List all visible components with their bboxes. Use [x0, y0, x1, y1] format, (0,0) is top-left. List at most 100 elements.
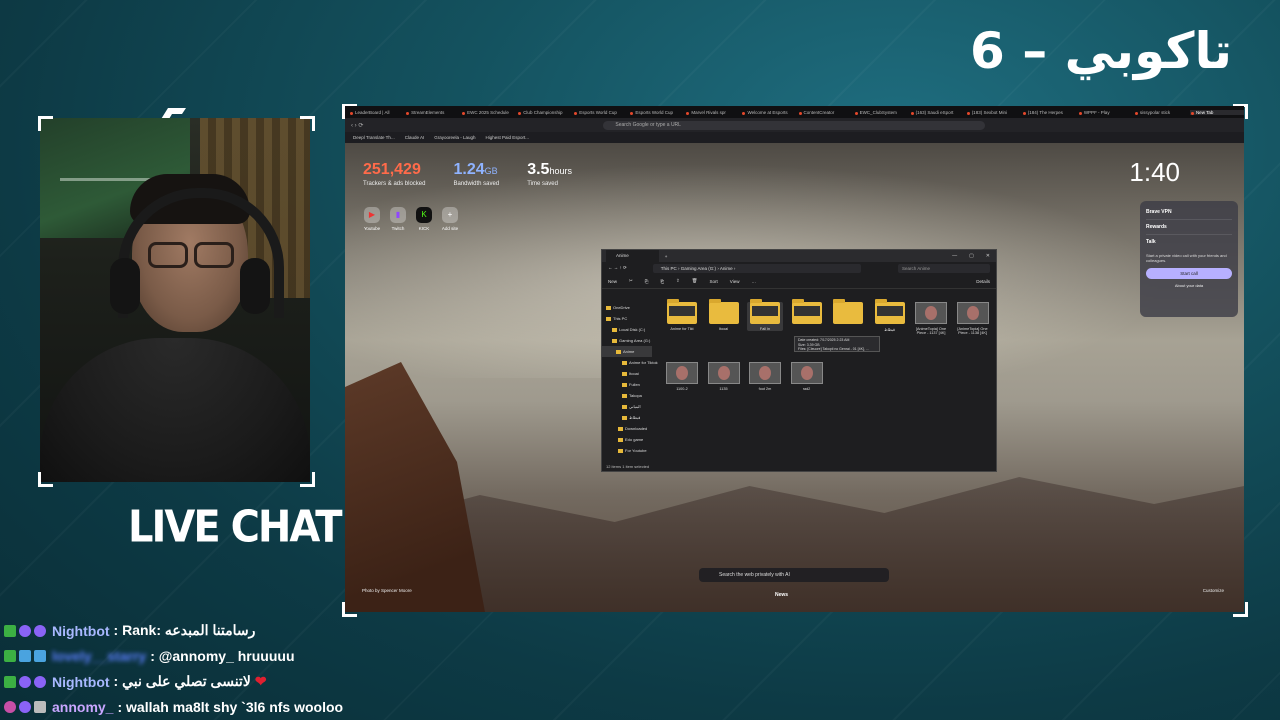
tier-badge-icon	[19, 650, 31, 663]
bookmark-item[interactable]: Deepl Translate Th...	[353, 135, 395, 140]
glasses	[148, 242, 234, 268]
nav-pane-item[interactable]: This PC	[602, 313, 652, 324]
shortcut-kick[interactable]: K KICK	[415, 207, 433, 231]
folder-icon	[612, 338, 617, 343]
explorer-tab[interactable]: Anime	[606, 250, 659, 262]
bookmark-item[interactable]: Claude AI	[405, 135, 425, 140]
browser-tab[interactable]: Club Championship	[517, 110, 571, 115]
file-name: 1135	[719, 387, 728, 391]
new-button[interactable]: New	[608, 279, 617, 284]
folder-icon	[612, 327, 617, 332]
nav-pane-item[interactable]: Fullen	[602, 379, 652, 390]
heart-badge-icon	[4, 701, 16, 714]
kick-icon: K	[416, 207, 432, 223]
video-file[interactable]: rad2	[789, 362, 825, 391]
shortcut-twitch[interactable]: ▮ Twitch	[389, 207, 407, 231]
folder-item[interactable]: Anime for Tikt	[664, 299, 700, 331]
start-call-button[interactable]: Start call	[1146, 268, 1232, 279]
folder-icon	[618, 426, 623, 431]
back-icon[interactable]: ‹ › ⟳	[351, 122, 363, 129]
minimize-icon[interactable]: —	[952, 253, 957, 259]
delete-icon[interactable]: 🗑	[692, 278, 698, 284]
chat-username[interactable]: lovely__starry	[52, 648, 146, 664]
browser-tab[interactable]: New Tab	[1189, 109, 1244, 115]
sort-button[interactable]: Sort	[710, 279, 718, 284]
nav-pane-item[interactable]: Edo game	[602, 434, 652, 445]
copy-icon[interactable]: ⎘	[645, 279, 649, 284]
news-button[interactable]: News	[775, 592, 788, 598]
brave-stats: 251,429 Trackers & ads blocked 1.24GB Ba…	[363, 161, 572, 187]
browser-tab[interactable]: (183) Sexbot Mini	[966, 110, 1020, 115]
browser-tab[interactable]: WPPF - Play	[1078, 110, 1132, 115]
nav-pane-item[interactable]: Downloaded	[602, 423, 652, 434]
browser-tab[interactable]: Esports World Cup	[629, 110, 683, 115]
nav-pane-item[interactable]: قبطاط	[602, 412, 652, 423]
talk-item[interactable]: Talk	[1146, 235, 1232, 249]
browser-toolbar: ‹ › ⟳ Search Google or type a URL	[345, 118, 1244, 132]
details-button[interactable]: Details	[976, 279, 990, 284]
new-tab-icon[interactable]: +	[665, 254, 668, 259]
browser-tab[interactable]: ContentCreator	[798, 110, 852, 115]
breadcrumb[interactable]: This PC › Gaming Area (G:) › Anime ›	[652, 263, 861, 273]
shortcut-add-site[interactable]: + Add site	[441, 207, 459, 231]
video-file[interactable]: 1135	[706, 362, 742, 391]
rewards-item[interactable]: Rewards	[1146, 220, 1232, 235]
video-thumbnail-icon	[915, 302, 947, 324]
explorer-search-input[interactable]: Search Anime	[898, 263, 990, 273]
video-file[interactable]: [AnimeTopia] One Piece - 1137 [4K]	[913, 302, 949, 335]
nav-pane-item[interactable]: Anime for Tiktok	[602, 357, 658, 368]
nav-pane-item[interactable]: OneDrive	[602, 302, 652, 313]
video-file[interactable]: [AnimeTopia] One Piece - 1138 [4K]	[955, 302, 991, 335]
video-file[interactable]: foot 2m	[747, 362, 783, 391]
nav-pane-item[interactable]: Takopa	[602, 390, 652, 401]
browser-tab[interactable]: LeaderBoard | All	[349, 110, 403, 115]
browser-tab[interactable]: EWC 2025 Schedule	[461, 110, 515, 115]
folder-icon	[618, 448, 623, 453]
browser-tab[interactable]: (163) Saudi eSport	[910, 110, 964, 115]
nav-pane-item[interactable]: Itooai	[602, 368, 652, 379]
nav-pane-item[interactable]: Local Disk (C:)	[602, 324, 652, 335]
browser-tab[interactable]: (184) The Herpes	[1022, 110, 1076, 115]
headset-ear-right	[240, 258, 270, 314]
browser-tab[interactable]: StreamElements	[405, 110, 459, 115]
customize-button[interactable]: Customize	[1203, 588, 1224, 593]
shortcut-youtube[interactable]: ▶ Youtube	[363, 207, 381, 231]
browser-tab[interactable]: Welcome at Esports	[741, 110, 795, 115]
chat-text: : @annomy_ hruuuuu	[150, 648, 295, 665]
folder-item[interactable]	[789, 299, 825, 327]
folder-icon	[622, 371, 627, 376]
frame-corner	[300, 116, 315, 131]
folder-item[interactable]: قبطاط	[872, 299, 908, 332]
browser-tab[interactable]: sissypolar stick	[1134, 110, 1188, 115]
bookmark-item[interactable]: Highest Paid Esport...	[486, 135, 530, 140]
view-button[interactable]: View	[730, 279, 740, 284]
nav-pane-item[interactable]: For Youtube	[602, 445, 652, 456]
browser-tab[interactable]: Esports World Cup	[573, 110, 627, 115]
browser-tab[interactable]: Marvel Rivals spr	[685, 110, 739, 115]
folder-item[interactable]: Itooai	[706, 299, 742, 331]
share-icon[interactable]: ⇪	[676, 278, 680, 284]
ai-search-input[interactable]: Search the web privately with AI	[699, 568, 889, 582]
folder-item[interactable]	[830, 299, 866, 327]
chat-username[interactable]: Nightbot	[52, 623, 110, 639]
about-data-link[interactable]: About your data	[1146, 283, 1232, 288]
brave-vpn-item[interactable]: Brave VPN	[1146, 205, 1232, 220]
paste-icon[interactable]: ⎗	[660, 279, 664, 284]
maximize-icon[interactable]: ▢	[969, 253, 974, 259]
folder-item[interactable]: Fall in	[747, 299, 783, 331]
address-bar[interactable]: Search Google or type a URL	[603, 120, 986, 130]
nav-pane-item[interactable]: Gaming Area (G:)	[602, 335, 652, 346]
chat-username[interactable]: annomy_	[52, 699, 113, 715]
close-icon[interactable]: ✕	[986, 253, 990, 259]
cut-icon[interactable]: ✂	[629, 278, 633, 284]
nav-pane-item[interactable]: البنياني	[602, 401, 652, 412]
video-file[interactable]: 1100-2	[664, 362, 700, 391]
more-icon[interactable]: …	[751, 279, 756, 284]
nav-arrows-icon[interactable]: ← → ↑ ⟳	[608, 265, 627, 271]
browser-tab[interactable]: EWC_ClubSystem	[854, 110, 908, 115]
nav-pane-item[interactable]: Anime	[602, 346, 652, 357]
bookmark-item[interactable]: Grayooreela - Laugh	[434, 135, 475, 140]
clock: 1:40	[1129, 157, 1180, 187]
photo-credit[interactable]: Photo by Spencer Moore	[362, 588, 412, 593]
chat-username[interactable]: Nightbot	[52, 674, 110, 690]
